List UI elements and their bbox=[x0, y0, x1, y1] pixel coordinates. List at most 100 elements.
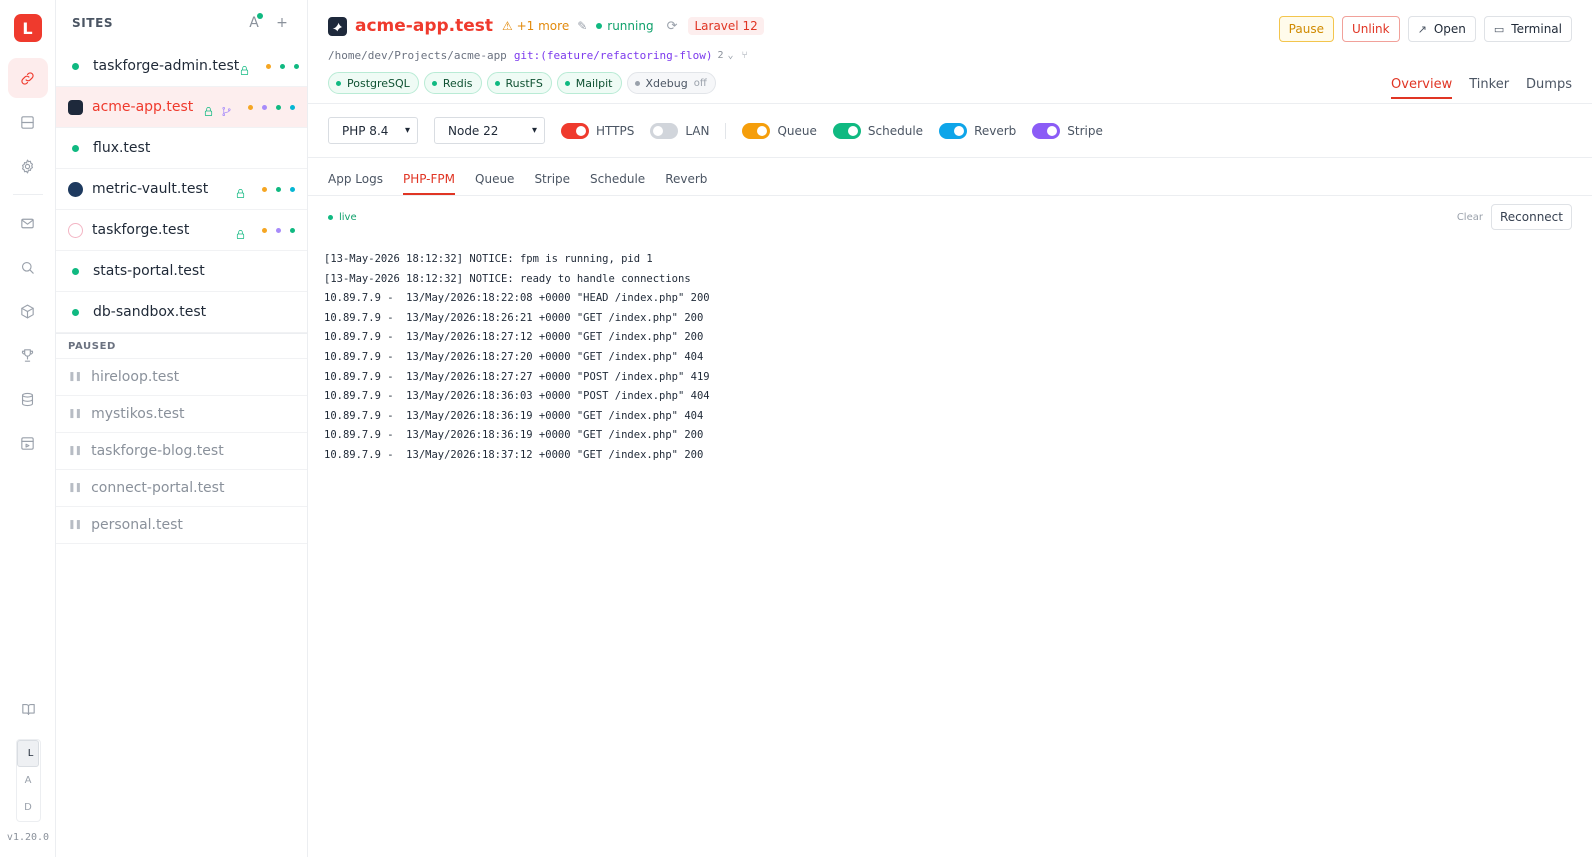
env-option-l[interactable]: L bbox=[16, 740, 39, 767]
log-tab-schedule[interactable]: Schedule bbox=[590, 172, 645, 195]
toggle-switch[interactable] bbox=[742, 122, 771, 139]
tab-dumps[interactable]: Dumps bbox=[1526, 77, 1572, 99]
paused-site-row[interactable]: ❚❚ hireloop.test bbox=[56, 359, 307, 396]
paused-site-row[interactable]: ❚❚ taskforge-blog.test bbox=[56, 433, 307, 470]
log-line: 10.89.7.9 - 13/May/2026:18:36:19 +0000 "… bbox=[324, 409, 704, 422]
toggle-reverb[interactable]: Reverb bbox=[939, 122, 1017, 139]
sites-link-icon[interactable] bbox=[7, 58, 48, 98]
toggle-label: Stripe bbox=[1067, 123, 1103, 138]
toggle-switch[interactable] bbox=[1032, 122, 1061, 139]
external-link-icon: ↗ bbox=[1417, 22, 1427, 36]
search-icon[interactable] bbox=[8, 247, 48, 287]
site-row[interactable]: db-sandbox.test bbox=[56, 292, 307, 333]
php-version-select[interactable]: PHP 8.4 ▾ bbox=[328, 117, 418, 144]
log-tab-queue[interactable]: Queue bbox=[475, 172, 514, 195]
alias-more-badge[interactable]: ⚠ +1 more bbox=[502, 19, 569, 33]
status-badge: running bbox=[596, 19, 654, 33]
sort-alpha-icon[interactable]: A bbox=[243, 12, 265, 34]
toggle-switch[interactable] bbox=[832, 122, 861, 139]
unlink-button[interactable]: Unlink bbox=[1341, 16, 1400, 42]
toggle-stripe[interactable]: Stripe bbox=[1032, 122, 1103, 139]
package-icon[interactable] bbox=[8, 291, 48, 331]
site-name: flux.test bbox=[93, 140, 151, 156]
project-header: acme-app.test ⚠ +1 more ✎ running ⟳ Lara… bbox=[308, 0, 1592, 104]
restart-icon[interactable]: ⟳ bbox=[667, 19, 678, 34]
chevron-down-icon: ▾ bbox=[404, 125, 410, 136]
toggle-label: Reverb bbox=[974, 123, 1017, 138]
rail-bottom: L A D v1.20.0 bbox=[0, 689, 56, 843]
paused-site-row[interactable]: ❚❚ mystikos.test bbox=[56, 396, 307, 433]
toggle-schedule[interactable]: Schedule bbox=[832, 122, 924, 139]
running-dot bbox=[72, 308, 79, 316]
clear-button[interactable]: Clear bbox=[1457, 212, 1483, 223]
sites-title: SITES bbox=[72, 16, 114, 30]
reconnect-button[interactable]: Reconnect bbox=[1490, 204, 1572, 230]
node-version-select[interactable]: Node 22 ▾ bbox=[434, 117, 545, 144]
site-row[interactable]: stats-portal.test bbox=[56, 251, 307, 292]
service-state: off bbox=[693, 77, 707, 89]
git-branch[interactable]: git:(feature/refactoring-flow) bbox=[514, 49, 713, 62]
server-icon[interactable] bbox=[8, 102, 48, 142]
service-status-dot bbox=[494, 80, 500, 86]
service-label: Redis bbox=[442, 76, 473, 90]
site-row[interactable]: acme-app.test bbox=[56, 87, 307, 128]
site-row[interactable]: flux.test bbox=[56, 128, 307, 169]
toggle-label: Schedule bbox=[867, 123, 924, 138]
branch-count: 2 bbox=[717, 50, 724, 61]
log-tab-reverb[interactable]: Reverb bbox=[665, 172, 707, 195]
app-logo: L bbox=[13, 14, 42, 42]
pause-button[interactable]: Pause bbox=[1278, 16, 1334, 42]
mail-icon[interactable] bbox=[8, 203, 48, 243]
log-tab-php-fpm[interactable]: PHP-FPM bbox=[402, 172, 456, 195]
add-site-icon[interactable]: + bbox=[271, 12, 293, 34]
toggle-lan[interactable]: LAN bbox=[650, 122, 709, 139]
service-badge-xdebug[interactable]: Xdebug off bbox=[626, 72, 716, 94]
toggle-switch[interactable] bbox=[561, 122, 589, 139]
log-line: 10.89.7.9 - 13/May/2026:18:27:27 +0000 "… bbox=[324, 370, 710, 383]
env-option-a[interactable]: A bbox=[17, 767, 40, 794]
main-panel: acme-app.test ⚠ +1 more ✎ running ⟳ Lara… bbox=[308, 0, 1592, 857]
site-avatar bbox=[68, 99, 83, 115]
database-icon[interactable] bbox=[8, 379, 48, 419]
site-row[interactable]: metric-vault.test bbox=[56, 169, 307, 210]
gear-icon[interactable] bbox=[8, 146, 48, 186]
edit-pencil-icon[interactable]: ✎ bbox=[577, 19, 587, 33]
chevron-down-icon[interactable]: ⌄ bbox=[728, 50, 734, 61]
tab-overview[interactable]: Overview bbox=[1391, 77, 1453, 99]
project-title: acme-app.test bbox=[355, 16, 494, 36]
pause-icon: ❚❚ bbox=[68, 446, 82, 456]
project-actions: Pause Unlink ↗ Open ▭ Terminal bbox=[1271, 16, 1572, 42]
project-icon bbox=[328, 16, 347, 36]
service-dot bbox=[248, 104, 253, 110]
site-row[interactable]: taskforge.test bbox=[56, 210, 307, 251]
service-badge-postgresql[interactable]: PostgreSQL bbox=[328, 72, 419, 94]
log-tab-stripe[interactable]: Stripe bbox=[534, 172, 570, 195]
layout-icon[interactable] bbox=[8, 423, 48, 463]
service-status-dot bbox=[336, 80, 341, 86]
site-row[interactable]: taskforge-admin.test bbox=[56, 46, 307, 87]
tab-tinker[interactable]: Tinker bbox=[1469, 77, 1509, 99]
running-dot bbox=[72, 62, 79, 70]
environment-switcher: L A D bbox=[15, 739, 41, 822]
open-button[interactable]: ↗ Open bbox=[1407, 16, 1476, 42]
terminal-button[interactable]: ▭ Terminal bbox=[1483, 16, 1572, 42]
trophy-icon[interactable] bbox=[8, 335, 48, 375]
log-header: live Clear Reconnect bbox=[308, 196, 1592, 238]
chevron-down-icon: ▾ bbox=[531, 125, 537, 136]
service-badge-mailpit[interactable]: Mailpit bbox=[556, 72, 622, 94]
book-icon[interactable] bbox=[8, 689, 48, 729]
toggle-https[interactable]: HTTPS bbox=[561, 122, 634, 139]
log-tab-app-logs[interactable]: App Logs bbox=[328, 172, 383, 195]
log-line: 10.89.7.9 - 13/May/2026:18:36:03 +0000 "… bbox=[324, 390, 710, 403]
git-branch-icon[interactable]: ⑂ bbox=[742, 50, 748, 61]
paused-site-row[interactable]: ❚❚ personal.test bbox=[56, 507, 307, 544]
paused-site-row[interactable]: ❚❚ connect-portal.test bbox=[56, 470, 307, 507]
toggle-queue[interactable]: Queue bbox=[742, 122, 817, 139]
toggle-switch[interactable] bbox=[939, 122, 968, 139]
service-badge-redis[interactable]: Redis bbox=[423, 72, 482, 94]
service-dot bbox=[280, 63, 286, 69]
toggle-switch[interactable] bbox=[650, 122, 679, 139]
service-badge-rustfs[interactable]: RustFS bbox=[486, 72, 552, 94]
env-option-d[interactable]: D bbox=[17, 794, 40, 821]
service-label: Mailpit bbox=[575, 76, 613, 90]
